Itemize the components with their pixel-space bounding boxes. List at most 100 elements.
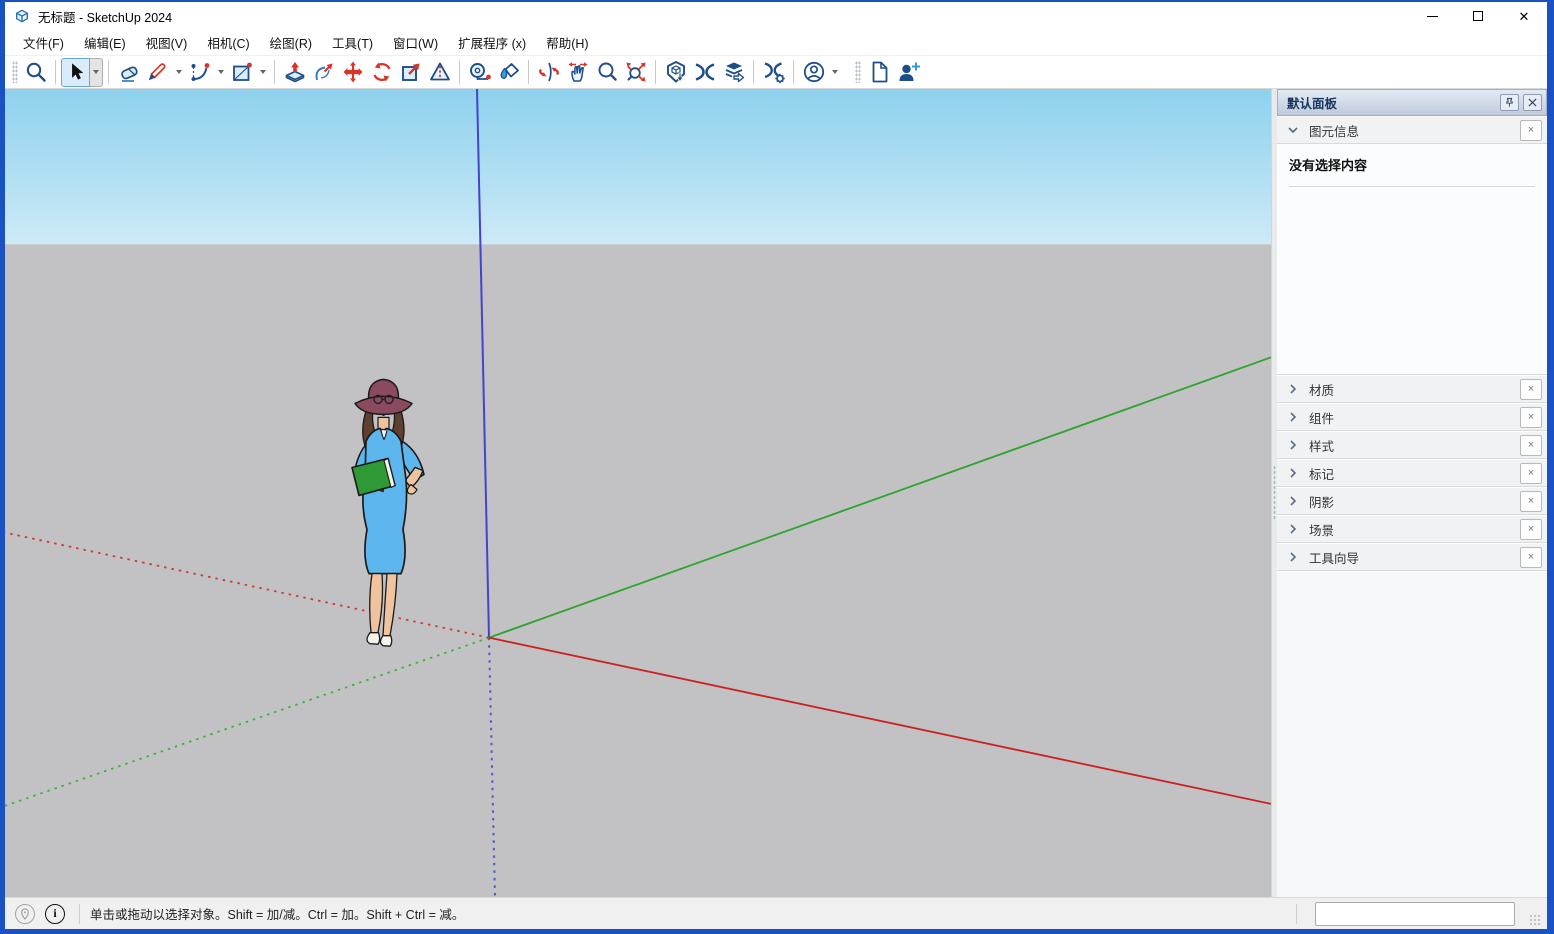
- extension-warehouse-button[interactable]: [690, 58, 719, 87]
- follow-me-button[interactable]: [309, 58, 338, 87]
- tray-styles[interactable]: 样式 ×: [1277, 431, 1547, 459]
- ground: [5, 244, 1271, 897]
- tape-measure-button[interactable]: [465, 58, 494, 87]
- tray-instructor[interactable]: 工具向导 ×: [1277, 543, 1547, 571]
- search-button[interactable]: [21, 58, 50, 87]
- select-tool-button[interactable]: [61, 57, 90, 87]
- close-tray-button[interactable]: ×: [1520, 490, 1542, 512]
- measurement-input[interactable]: [1315, 901, 1515, 926]
- chevron-right-icon: [1287, 467, 1299, 479]
- arc-dropdown[interactable]: [214, 58, 227, 87]
- tray-label: 工具向导: [1309, 551, 1360, 566]
- close-tray-button[interactable]: ×: [1520, 546, 1542, 568]
- close-tray-button[interactable]: ×: [1520, 434, 1542, 456]
- menu-edit[interactable]: 编辑(E): [74, 29, 136, 56]
- resize-grip-icon[interactable]: [1529, 914, 1541, 926]
- chevron-down-icon: [1287, 124, 1299, 136]
- menu-file[interactable]: 文件(F): [13, 29, 74, 56]
- rectangle-icon: [232, 62, 252, 81]
- tray-shadows[interactable]: 阴影 ×: [1277, 487, 1547, 515]
- tray-tags[interactable]: 标记 ×: [1277, 459, 1547, 487]
- line-tool-button[interactable]: [143, 58, 172, 87]
- pin-icon: [1506, 97, 1513, 107]
- scale-icon: [401, 63, 419, 81]
- toolbar-separator: [655, 60, 656, 84]
- panel-header[interactable]: 默认面板: [1277, 89, 1547, 116]
- maximize-button[interactable]: [1455, 2, 1501, 30]
- arc-tool-button[interactable]: [185, 58, 214, 87]
- close-tray-button[interactable]: ×: [1520, 518, 1542, 540]
- chevron-right-icon: [1287, 495, 1299, 507]
- title-bar: 无标题 - SketchUp 2024 ✕: [5, 2, 1547, 30]
- tray-components[interactable]: 组件 ×: [1277, 403, 1547, 431]
- paint-bucket-button[interactable]: [494, 58, 523, 87]
- orbit-button[interactable]: [534, 58, 563, 87]
- rectangle-dropdown[interactable]: [256, 58, 269, 87]
- toolbar-separator: [55, 60, 56, 84]
- 3d-viewport[interactable]: [5, 89, 1271, 897]
- tape-measure-icon: [469, 63, 491, 80]
- rotate-button[interactable]: [367, 58, 396, 87]
- chevron-down-icon: [831, 70, 838, 74]
- toolbar-separator: [108, 60, 109, 84]
- tray-label: 样式: [1309, 439, 1335, 454]
- extension-manager-button[interactable]: [759, 58, 788, 87]
- pan-icon: [568, 62, 587, 82]
- sketchup-window: 无标题 - SketchUp 2024 ✕ 文件(F) 编辑(E) 视图(V) …: [0, 0, 1554, 934]
- pan-button[interactable]: [563, 58, 592, 87]
- pin-panel-button[interactable]: [1500, 94, 1519, 111]
- tray-entity-info[interactable]: 图元信息 ×: [1277, 116, 1547, 144]
- statusbar-separator: [79, 903, 80, 924]
- menu-help[interactable]: 帮助(H): [536, 29, 598, 56]
- close-tray-button[interactable]: ×: [1520, 119, 1542, 141]
- chevron-down-icon: [175, 70, 182, 74]
- close-panel-button[interactable]: [1523, 94, 1542, 111]
- info-button[interactable]: i: [45, 903, 65, 924]
- tray-label: 组件: [1309, 411, 1335, 426]
- menu-camera[interactable]: 相机(C): [197, 29, 259, 56]
- toolbar-grip[interactable]: [855, 61, 861, 83]
- line-dropdown[interactable]: [172, 58, 185, 87]
- select-dropdown[interactable]: [90, 57, 103, 87]
- tray-label: 标记: [1309, 467, 1335, 482]
- menu-tools[interactable]: 工具(T): [322, 29, 383, 56]
- move-button[interactable]: [338, 58, 367, 87]
- scale-button[interactable]: [396, 58, 425, 87]
- push-pull-button[interactable]: [280, 58, 309, 87]
- share-model-button[interactable]: [719, 58, 748, 87]
- toolbar-grip[interactable]: [12, 61, 18, 83]
- arc-icon: [191, 63, 209, 81]
- tray-label: 图元信息: [1309, 124, 1360, 139]
- add-collaborator-button[interactable]: [893, 58, 922, 87]
- chevron-down-icon: [217, 70, 224, 74]
- tray-scenes[interactable]: 场景 ×: [1277, 515, 1547, 543]
- account-icon: [803, 61, 824, 83]
- minimize-button[interactable]: [1409, 2, 1455, 30]
- chevron-right-icon: [1287, 411, 1299, 423]
- zoom-button[interactable]: [592, 58, 621, 87]
- account-dropdown[interactable]: [828, 58, 841, 87]
- new-document-button[interactable]: [864, 58, 893, 87]
- 3d-warehouse-button[interactable]: [661, 58, 690, 87]
- close-tray-button[interactable]: ×: [1520, 406, 1542, 428]
- menu-extensions[interactable]: 扩展程序 (x): [448, 29, 536, 56]
- close-button[interactable]: ✕: [1501, 2, 1547, 30]
- chevron-right-icon: [1287, 523, 1299, 535]
- offset-button[interactable]: [425, 58, 454, 87]
- zoom-extents-button[interactable]: [621, 58, 650, 87]
- tray-label: 场景: [1309, 523, 1335, 538]
- rectangle-tool-button[interactable]: [227, 58, 256, 87]
- menu-draw[interactable]: 绘图(R): [260, 29, 322, 56]
- add-collaborator-icon: [899, 62, 920, 81]
- account-button[interactable]: [799, 58, 828, 87]
- entity-info-body: 没有选择内容: [1277, 144, 1547, 375]
- orbit-icon: [538, 62, 559, 82]
- close-tray-button[interactable]: ×: [1520, 378, 1542, 400]
- menu-bar: 文件(F) 编辑(E) 视图(V) 相机(C) 绘图(R) 工具(T) 窗口(W…: [5, 30, 1547, 56]
- menu-view[interactable]: 视图(V): [136, 29, 198, 56]
- tray-materials[interactable]: 材质 ×: [1277, 375, 1547, 403]
- close-tray-button[interactable]: ×: [1520, 462, 1542, 484]
- eraser-button[interactable]: [114, 58, 143, 87]
- menu-window[interactable]: 窗口(W): [383, 29, 448, 56]
- geolocation-button[interactable]: [15, 903, 35, 924]
